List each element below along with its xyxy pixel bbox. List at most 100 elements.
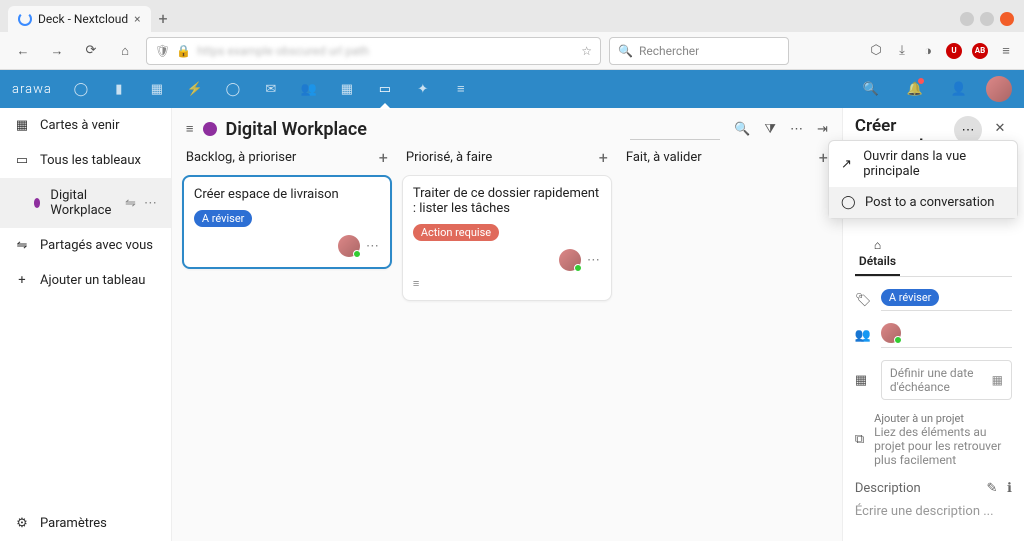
tab-close-icon[interactable]: × <box>134 12 140 26</box>
board-title-text: Digital Workplace <box>225 119 366 140</box>
info-icon[interactable]: ℹ <box>1007 481 1012 496</box>
more-apps-icon[interactable]: ≡ <box>444 70 478 108</box>
project-help-text: Liez des éléments au projet pour les ret… <box>874 425 1012 467</box>
sidebar: ▦ Cartes à venir ▭ Tous les tableaux Dig… <box>0 108 172 541</box>
assignee-avatar[interactable] <box>559 249 581 271</box>
download-icon[interactable]: ⤓ <box>894 43 910 59</box>
photos-app-icon[interactable]: ▦ <box>140 70 174 108</box>
sidebar-toggle-icon[interactable]: ≡ <box>186 121 194 137</box>
window-close[interactable] <box>1000 12 1014 26</box>
sidebar-item-label: Digital Workplace <box>50 188 115 218</box>
sidebar-upcoming-cards[interactable]: ▦ Cartes à venir <box>0 108 171 143</box>
talk-icon: ◯ <box>841 195 855 210</box>
due-date-row: ▦ Définir une date d'échéance ▦ <box>855 360 1012 400</box>
add-card-button[interactable]: + <box>819 148 828 167</box>
assignee-avatar[interactable] <box>338 235 360 257</box>
panel-close-button[interactable]: ✕ <box>988 116 1012 140</box>
talk-app-icon[interactable]: ◯ <box>216 70 250 108</box>
description-label: Description <box>855 481 921 496</box>
pocket-icon[interactable]: ⬡ <box>868 43 884 59</box>
share-icon[interactable]: ⇋ <box>125 196 136 211</box>
user-avatar[interactable] <box>986 76 1012 102</box>
plus-icon: + <box>14 273 30 288</box>
browser-toolbar: ← → ⟳ ⌂ 🛡 🔒 https example obscured url p… <box>0 32 1024 70</box>
bookmark-star-icon[interactable]: ☆ <box>581 44 592 58</box>
panel-tabs: ⌂ Détails <box>855 230 1012 277</box>
new-tab-button[interactable]: + <box>151 5 176 32</box>
tab-label: Détails <box>859 254 896 268</box>
sidebar-item-label: Cartes à venir <box>40 118 120 133</box>
add-card-button[interactable]: + <box>599 148 608 167</box>
account-icon[interactable]: ◑ <box>920 43 936 59</box>
sidebar-all-boards[interactable]: ▭ Tous les tableaux <box>0 143 171 178</box>
home-icon: ⌂ <box>874 238 881 252</box>
edit-icon[interactable]: ✎ <box>986 481 997 496</box>
column-fait: Fait, à valider + <box>622 146 832 309</box>
dashboard-app-icon[interactable]: ◯ <box>64 70 98 108</box>
due-date-placeholder: Définir une date d'échéance <box>890 366 992 394</box>
due-date-input[interactable]: Définir une date d'échéance ▦ <box>881 360 1012 400</box>
menu-icon[interactable]: ≡ <box>998 43 1014 59</box>
adblock-icon[interactable]: AB <box>972 43 988 59</box>
notifications-icon[interactable]: 🔔 <box>898 70 932 108</box>
column-header: Backlog, à prioriser + <box>182 146 392 175</box>
search-icon[interactable]: 🔍 <box>734 122 750 137</box>
assignees-input[interactable] <box>881 323 1012 348</box>
browser-search-input[interactable]: 🔍 Rechercher <box>609 37 789 65</box>
tag-icon: 🏷 <box>855 293 871 308</box>
board-more-icon[interactable]: ⋯ <box>790 122 803 137</box>
window-controls <box>950 6 1024 32</box>
bookmarks-app-icon[interactable]: ✦ <box>406 70 440 108</box>
mail-app-icon[interactable]: ✉ <box>254 70 288 108</box>
menu-post-conversation[interactable]: ◯ Post to a conversation <box>829 187 1017 218</box>
search-engine-icon: 🔍 <box>618 44 633 58</box>
browser-tabs: Deck - Nextcloud × + <box>0 0 1024 32</box>
window-minimize[interactable] <box>960 12 974 26</box>
tags-input[interactable]: A réviser <box>881 289 1012 311</box>
card-menu-icon[interactable]: ⋯ <box>587 253 601 268</box>
card-title: Créer espace de livraison <box>194 187 380 202</box>
nav-home-button[interactable]: ⌂ <box>112 38 138 64</box>
column-header: Fait, à valider + <box>622 146 832 175</box>
card-menu-icon[interactable]: ⋯ <box>366 239 380 254</box>
add-card-button[interactable]: + <box>379 148 388 167</box>
sidebar-board-digital-workplace[interactable]: Digital Workplace ⇋ ⋯ <box>0 178 171 228</box>
menu-open-main-view[interactable]: ↗ Ouvrir dans la vue principale <box>829 141 1017 187</box>
contacts-menu-icon[interactable]: 👤 <box>942 70 976 108</box>
files-app-icon[interactable]: ▮ <box>102 70 136 108</box>
browser-tab[interactable]: Deck - Nextcloud × <box>8 6 151 32</box>
activity-app-icon[interactable]: ⚡ <box>178 70 212 108</box>
calendar-picker-icon[interactable]: ▦ <box>992 373 1003 387</box>
card-traiter-dossier[interactable]: Traiter de ce dossier rapidement : liste… <box>402 175 612 301</box>
gear-icon: ⚙ <box>14 516 30 531</box>
url-bar[interactable]: 🛡 🔒 https example obscured url path ☆ <box>146 37 601 65</box>
card-search-input[interactable] <box>630 118 720 140</box>
description-textarea[interactable]: Écrire une description ... <box>855 504 1012 519</box>
contacts-app-icon[interactable]: 👥 <box>292 70 326 108</box>
project-section[interactable]: Ajouter à un projet Liez des éléments au… <box>874 412 1012 467</box>
window-maximize[interactable] <box>980 12 994 26</box>
sidebar-settings[interactable]: ⚙ Paramètres <box>0 506 171 541</box>
deck-app-icon[interactable]: ▭ <box>368 70 402 108</box>
assignee-avatar[interactable] <box>881 323 901 343</box>
ublock-icon[interactable]: U <box>946 43 962 59</box>
column-title: Backlog, à prioriser <box>186 150 296 165</box>
tags-row: 🏷 A réviser <box>855 289 1012 311</box>
board-menu-icon[interactable]: ⋯ <box>144 196 157 211</box>
header-search-icon[interactable]: 🔍 <box>854 70 888 108</box>
app-body: ▦ Cartes à venir ▭ Tous les tableaux Dig… <box>0 108 1024 541</box>
card-creer-espace[interactable]: Créer espace de livraison A réviser ⋯ <box>182 175 392 269</box>
shield-icon: 🛡 <box>155 44 170 58</box>
tab-details[interactable]: ⌂ Détails <box>855 230 900 276</box>
nav-reload-button[interactable]: ⟳ <box>78 38 104 64</box>
search-placeholder: Rechercher <box>639 44 699 58</box>
nav-back-button[interactable]: ← <box>10 38 36 64</box>
nav-forward-button[interactable]: → <box>44 38 70 64</box>
compact-view-icon[interactable]: ⇥ <box>817 122 828 137</box>
sidebar-shared-with-you[interactable]: ⇋ Partagés avec vous <box>0 228 171 263</box>
calendar-app-icon[interactable]: ▦ <box>330 70 364 108</box>
filter-icon[interactable]: ⧩ <box>764 122 776 137</box>
project-row: ⧉ Ajouter à un projet Liez des éléments … <box>855 412 1012 467</box>
sidebar-add-board[interactable]: + Ajouter un tableau <box>0 263 171 298</box>
tag-chip[interactable]: A réviser <box>881 289 940 306</box>
